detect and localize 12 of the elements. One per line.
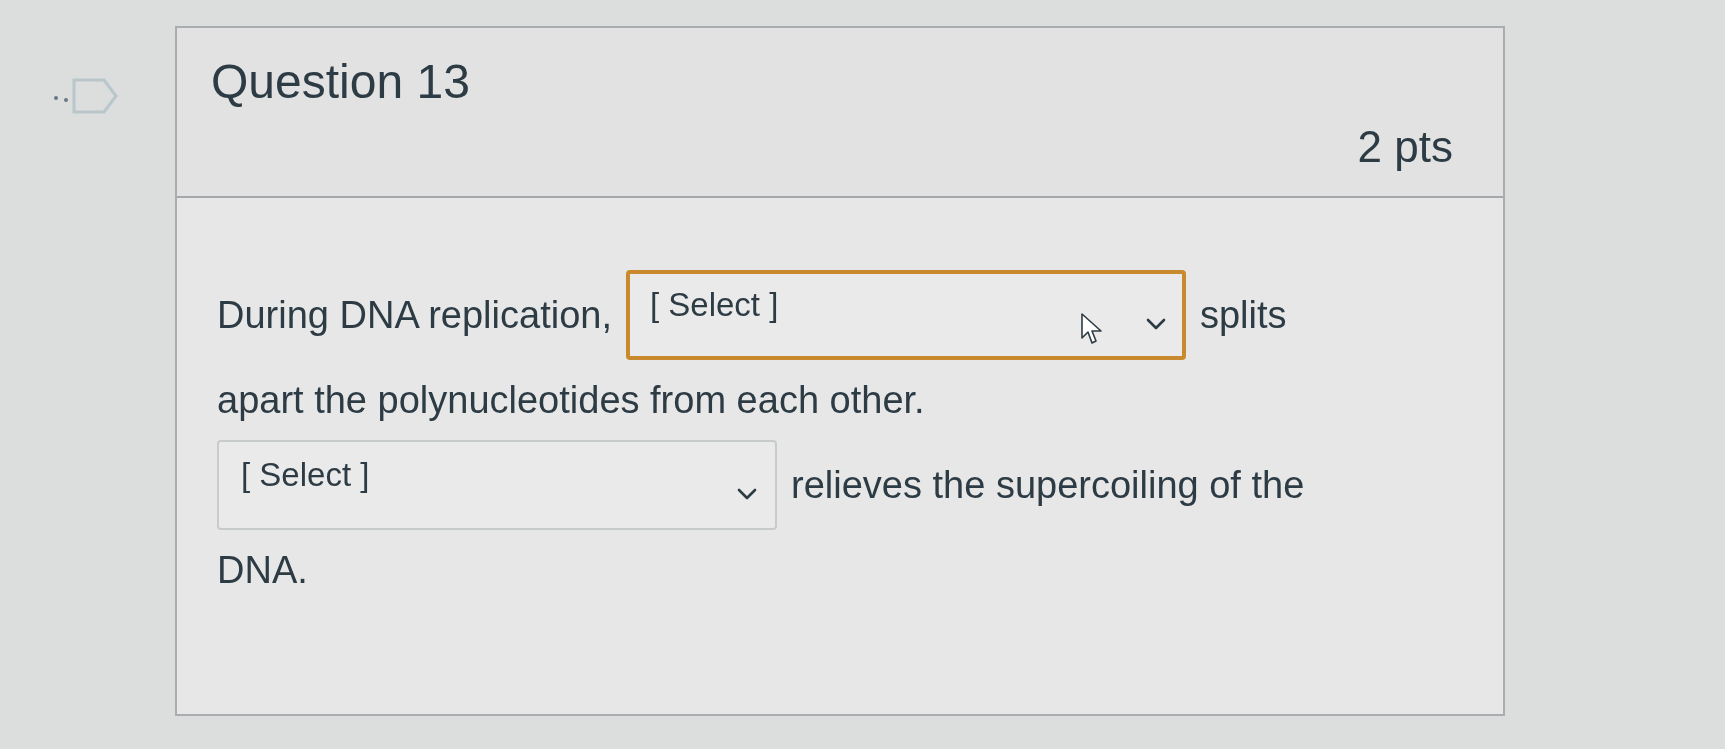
question-text: relieves the supercoiling of the [791,463,1305,507]
answer-dropdown[interactable]: [ Select ] [625,270,1186,360]
question-text: apart the polynucleotides from each other. [217,378,925,422]
question-text: During DNA replication, [217,293,612,337]
chevron-down-icon [1145,318,1166,330]
question-text: DNA. [217,548,308,592]
question-text: splits [1199,293,1287,337]
question-points: 2 pts [1357,122,1453,172]
answer-dropdown[interactable]: [ Select ] [217,440,777,530]
chevron-down-icon [737,488,757,500]
mouse-pointer-icon [1079,312,1104,346]
question-title: Question 13 [211,54,470,109]
